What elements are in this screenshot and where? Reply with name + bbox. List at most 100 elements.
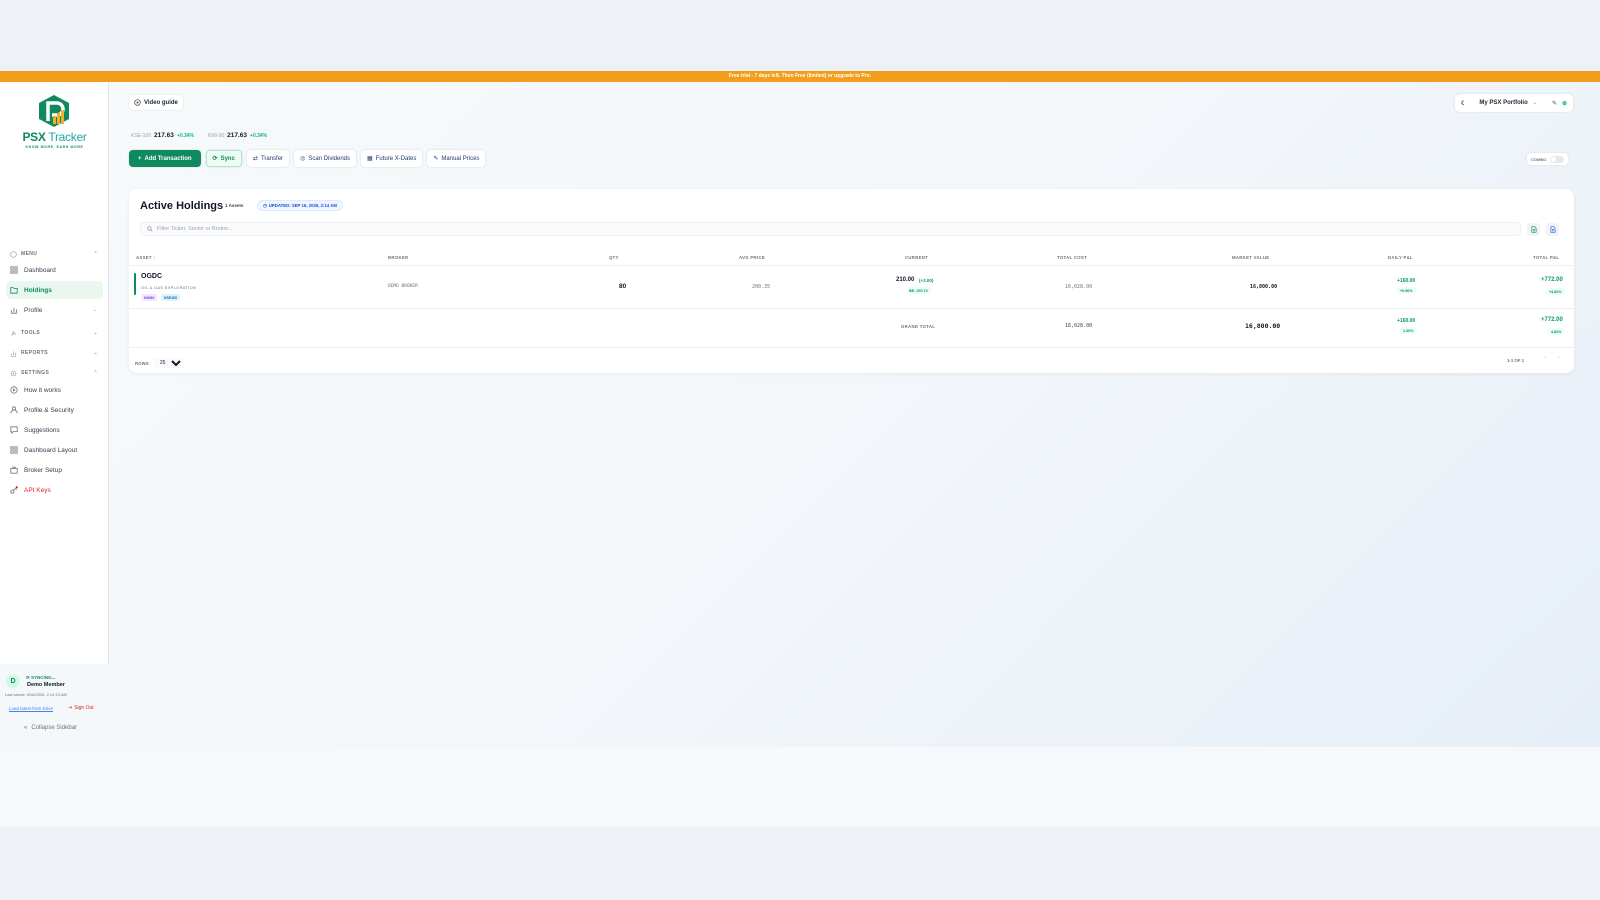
- column-header-broker[interactable]: BROKER: [388, 255, 408, 260]
- column-header-market-value[interactable]: MARKET VALUE: [1232, 255, 1269, 260]
- column-header-total-pl[interactable]: TOTAL P&L: [1533, 255, 1559, 260]
- collapse-sidebar-button[interactable]: « Collapse Sidebar: [24, 725, 77, 731]
- section-settings[interactable]: SETTINGS ⌃: [10, 369, 98, 377]
- portfolio-switcher[interactable]: ☾ My PSX Portfolio ⌄ ✎ ⊕: [1455, 94, 1573, 112]
- total-cost-cell: 16,028.00: [1065, 284, 1093, 290]
- logout-icon: ⇥: [68, 705, 73, 711]
- column-header-avg-price[interactable]: AVG PRICE: [739, 255, 765, 260]
- combo-label: COMBO: [1531, 156, 1547, 162]
- grand-total-daily-pl: +160.00: [1397, 318, 1416, 324]
- refresh-icon: ⟳: [212, 156, 218, 162]
- section-reports[interactable]: REPORTS ⌄: [10, 349, 98, 357]
- play-circle-icon: [134, 99, 141, 106]
- last-saved: Last saved: 9/16/2026, 2:14:13 AM: [5, 692, 67, 697]
- grand-total-daily-pl-percent: 1.00%: [1400, 327, 1417, 334]
- manual-prices-button[interactable]: ✎ Manual Prices: [427, 150, 486, 167]
- sidebar-item-api-keys[interactable]: API Keys: [6, 481, 103, 499]
- load-from-drive-link[interactable]: Load latest from Drive: [9, 706, 53, 711]
- briefcase-icon: [10, 466, 18, 474]
- grand-total-total-pl-percent: 4.82%: [1548, 328, 1565, 335]
- column-header-total-cost[interactable]: TOTAL COST: [1057, 255, 1087, 260]
- pencil-icon: ✎: [433, 156, 439, 162]
- sidebar-item-how-it-works[interactable]: How it works: [6, 381, 103, 399]
- sidebar-item-label: API Keys: [24, 486, 51, 494]
- user-panel: D ⟳ SYNCING... Demo Member Last saved: 9…: [0, 664, 109, 747]
- moon-icon[interactable]: ☾: [1461, 100, 1466, 107]
- sign-out-label: Sign Out: [74, 705, 94, 711]
- combo-toggle[interactable]: COMBO: [1527, 153, 1569, 165]
- sync-status-text: SYNCING...: [31, 675, 56, 680]
- message-icon: [10, 426, 18, 434]
- index-value: 217.63: [227, 132, 248, 139]
- sidebar-item-suggestions[interactable]: Suggestions: [6, 421, 103, 439]
- divider: [129, 308, 1574, 309]
- sidebar-item-dashboard-layout[interactable]: Dashboard Layout: [6, 441, 103, 459]
- pagination-info: 1-1 OF 1: [1507, 358, 1524, 363]
- sidebar-item-label: Dashboard Layout: [24, 446, 78, 454]
- chevron-down-icon: ⌄: [93, 330, 98, 336]
- section-menu[interactable]: MENU ⌃: [10, 250, 98, 258]
- sidebar-item-broker-setup[interactable]: Broker Setup: [6, 461, 103, 479]
- qty-cell: 80: [619, 283, 627, 290]
- chevron-down-icon: ⌄: [92, 307, 97, 313]
- manual-prices-label: Manual Prices: [441, 155, 480, 162]
- future-xdates-button[interactable]: ▦ Future X-Dates: [361, 150, 423, 167]
- next-page-button[interactable]: ›: [1558, 355, 1560, 361]
- sign-out-button[interactable]: ⇥ Sign Out: [68, 705, 94, 711]
- search-icon: [147, 226, 153, 232]
- daily-pl-value: +160.00: [1397, 278, 1416, 284]
- add-transaction-button[interactable]: + Add Transaction: [129, 150, 201, 167]
- gear-icon: [10, 370, 17, 376]
- assets-count: 1 Assets: [225, 203, 244, 208]
- plus-circle-icon[interactable]: ⊕: [1562, 100, 1567, 107]
- holdings-card: Active Holdings 1 Assets ◷ UPDATED: SEP …: [129, 189, 1574, 373]
- prev-page-button[interactable]: ‹: [1544, 355, 1546, 361]
- sync-button[interactable]: ⟳ Sync: [205, 150, 242, 167]
- app-shell: PSX Tracker KNOW MORE. EARN MORE MENU ⌃ …: [0, 82, 1600, 747]
- scan-dividends-button[interactable]: ◎ Scan Dividends: [294, 150, 357, 167]
- sidebar-item-profile[interactable]: Profile ⌄: [6, 301, 103, 319]
- play-circle-icon: [10, 386, 18, 394]
- chevron-down-icon: ⌄: [93, 350, 98, 356]
- combo-switch[interactable]: [1550, 155, 1565, 163]
- rows-label: ROWS:: [135, 360, 150, 366]
- sidebar-item-label: Profile: [24, 306, 43, 314]
- trial-banner: Free trial - 7 days left. Then Free (lim…: [0, 71, 1600, 82]
- clock-icon: ◷: [263, 202, 267, 208]
- pencil-icon[interactable]: ✎: [1552, 100, 1557, 107]
- section-settings-label: SETTINGS: [21, 370, 50, 376]
- grand-total-label: GRAND TOTAL: [901, 324, 936, 329]
- portfolio-name: My PSX Portfolio: [1479, 100, 1528, 106]
- sidebar-item-profile-security[interactable]: Profile & Security: [6, 401, 103, 419]
- report-icon: [10, 350, 17, 357]
- column-header-asset[interactable]: ASSET ↑: [136, 255, 156, 260]
- scan-dividends-label: Scan Dividends: [308, 155, 351, 162]
- section-tools[interactable]: TOOLS ⌄: [10, 329, 98, 337]
- sidebar: PSX Tracker KNOW MORE. EARN MORE MENU ⌃ …: [0, 82, 109, 747]
- grid-icon: [10, 266, 18, 274]
- export-csv-button[interactable]: [1527, 223, 1540, 236]
- index-value: 217.63: [154, 132, 174, 139]
- compass-icon: [10, 250, 17, 258]
- index-kmi30: KMI-30 217.63 +0.34%: [208, 132, 267, 139]
- column-header-qty[interactable]: QTY: [609, 255, 619, 260]
- export-pdf-button[interactable]: [1546, 223, 1559, 236]
- column-header-daily-pl[interactable]: DAILY P&L: [1388, 255, 1413, 260]
- user-icon: [10, 406, 18, 414]
- sidebar-item-holdings[interactable]: Holdings: [6, 281, 103, 299]
- rows-per-page-select[interactable]: 25: [153, 358, 184, 368]
- user-name: Demo Member: [27, 682, 65, 688]
- sidebar-item-dashboard[interactable]: Dashboard: [6, 261, 103, 279]
- column-header-current[interactable]: CURRENT: [905, 255, 928, 260]
- divider: [129, 347, 1574, 348]
- broker-cell: DEMO BROKER: [388, 284, 418, 289]
- ticker-symbol[interactable]: OGDC: [141, 273, 162, 280]
- filter-box: [140, 222, 1521, 236]
- search-input[interactable]: [157, 226, 457, 232]
- total-pl-percent: +4.82%: [1546, 288, 1565, 295]
- sidebar-item-label: How it works: [24, 386, 61, 394]
- transfer-button[interactable]: ⇄ Transfer: [246, 150, 290, 167]
- video-guide-button[interactable]: Video guide: [129, 95, 183, 110]
- coins-icon: ◎: [300, 156, 306, 162]
- sidebar-item-label: Dashboard: [24, 266, 56, 274]
